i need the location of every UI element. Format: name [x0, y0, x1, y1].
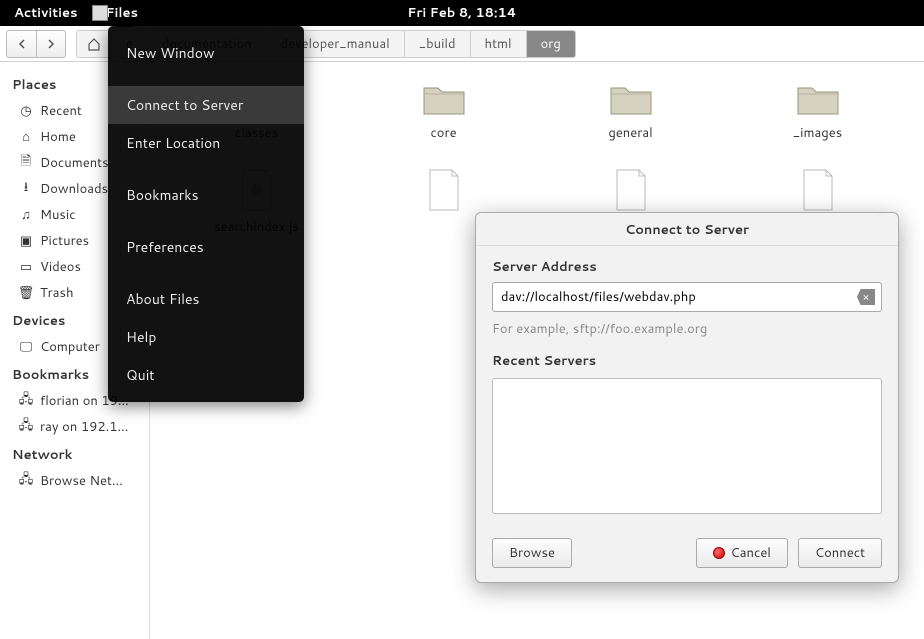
app-indicator-icon	[92, 5, 108, 21]
sidebar-item-label: Recent	[40, 102, 82, 120]
connect-button[interactable]: Connect	[798, 538, 882, 568]
sidebar-item-label: Music	[40, 206, 76, 224]
chevron-left-icon	[17, 39, 27, 49]
server-address-field-wrap: ×	[492, 282, 882, 312]
recent-servers-list[interactable]	[492, 378, 882, 514]
menu-separator	[108, 72, 304, 86]
breadcrumb-label: _build	[419, 35, 456, 53]
sidebar-item-label: Browse Net…	[40, 472, 123, 490]
download-icon: ⭳	[18, 181, 34, 197]
folder-item[interactable]: core	[363, 80, 524, 142]
documents-icon: 🗎	[18, 155, 34, 171]
top-bar: Activities Files Fri Feb 8, 18:14	[0, 0, 924, 26]
sidebar-item-label: Trash	[40, 284, 74, 302]
menu-new-window[interactable]: New Window	[108, 34, 304, 72]
server-address-label: Server Address	[492, 258, 882, 276]
browse-button[interactable]: Browse	[492, 538, 572, 568]
folder-icon	[422, 80, 466, 118]
menu-help[interactable]: Help	[108, 318, 304, 356]
menu-separator	[108, 214, 304, 228]
menu-bookmarks[interactable]: Bookmarks	[108, 176, 304, 214]
menu-connect-to-server[interactable]: Connect to Server	[108, 86, 304, 124]
breadcrumb-item-current[interactable]: org	[527, 31, 575, 57]
menu-preferences[interactable]: Preferences	[108, 228, 304, 266]
document-icon	[426, 168, 462, 212]
stop-icon	[713, 547, 725, 559]
computer-icon: 🖵	[18, 339, 34, 355]
folder-item[interactable]: general	[550, 80, 711, 142]
menu-arrow-icon	[116, 19, 132, 27]
file-label: general	[608, 124, 652, 142]
nav-buttons	[6, 30, 66, 58]
sidebar-item-label: Computer	[40, 338, 100, 356]
sidebar-item-label: Downloads	[40, 180, 108, 198]
back-button[interactable]	[6, 30, 36, 58]
camera-icon: ▣	[18, 233, 34, 249]
breadcrumb-item[interactable]: html	[471, 31, 527, 57]
clock-icon: ◷	[18, 103, 34, 119]
breadcrumb-home[interactable]	[77, 31, 112, 57]
folder-icon	[796, 80, 840, 118]
dialog-title: Connect to Server	[476, 213, 898, 246]
menu-quit[interactable]: Quit	[108, 356, 304, 394]
button-label: Cancel	[731, 544, 771, 562]
breadcrumb-label: html	[485, 35, 512, 53]
folder-icon	[609, 80, 653, 118]
sidebar-item-label: Pictures	[40, 232, 89, 250]
video-icon: ▭	[18, 259, 34, 275]
sidebar-item-bookmark[interactable]: 🖧 ray on 192.1…	[0, 414, 149, 440]
sidebar-item-label: ray on 192.1…	[40, 418, 128, 436]
home-icon: ⌂	[18, 129, 34, 145]
button-label: Browse	[509, 544, 555, 562]
folder-item[interactable]: _images	[737, 80, 898, 142]
sidebar-item-browse-network[interactable]: 🖧 Browse Net…	[0, 468, 149, 494]
dialog-actions: Browse Cancel Connect	[476, 528, 898, 582]
activities-button[interactable]: Activities	[14, 4, 78, 22]
trash-icon: 🗑	[18, 285, 34, 301]
breadcrumb-item[interactable]: _build	[405, 31, 471, 57]
cancel-button[interactable]: Cancel	[696, 538, 788, 568]
chevron-right-icon	[46, 39, 56, 49]
sidebar-heading-network: Network	[0, 440, 149, 468]
button-label: Connect	[815, 544, 865, 562]
clock[interactable]: Fri Feb 8, 18:14	[407, 4, 516, 22]
menu-about[interactable]: About Files	[108, 280, 304, 318]
music-icon: ♫	[18, 207, 34, 223]
recent-servers-label: Recent Servers	[492, 352, 882, 370]
network-drive-icon: 🖧	[18, 393, 34, 409]
file-label: _images	[793, 124, 842, 142]
file-label: core	[430, 124, 456, 142]
sidebar-item-label: Videos	[40, 258, 81, 276]
menu-enter-location[interactable]: Enter Location	[108, 124, 304, 162]
server-address-input[interactable]	[501, 288, 857, 306]
home-icon	[87, 37, 101, 51]
address-hint: For example, sftp://foo.example.org	[492, 320, 882, 338]
menu-separator	[108, 266, 304, 280]
sidebar-item-label: Documents	[40, 154, 109, 172]
sidebar-item-label: Home	[40, 128, 76, 146]
network-icon: 🖧	[18, 473, 34, 489]
document-icon	[800, 168, 836, 212]
breadcrumb-label: org	[541, 35, 561, 53]
menu-separator	[108, 162, 304, 176]
network-drive-icon: 🖧	[18, 419, 34, 435]
app-menu: New Window Connect to Server Enter Locat…	[108, 26, 304, 402]
forward-button[interactable]	[36, 30, 66, 58]
clear-input-icon[interactable]: ×	[857, 289, 875, 305]
connect-to-server-dialog: Connect to Server Server Address × For e…	[475, 212, 899, 583]
document-icon	[613, 168, 649, 212]
